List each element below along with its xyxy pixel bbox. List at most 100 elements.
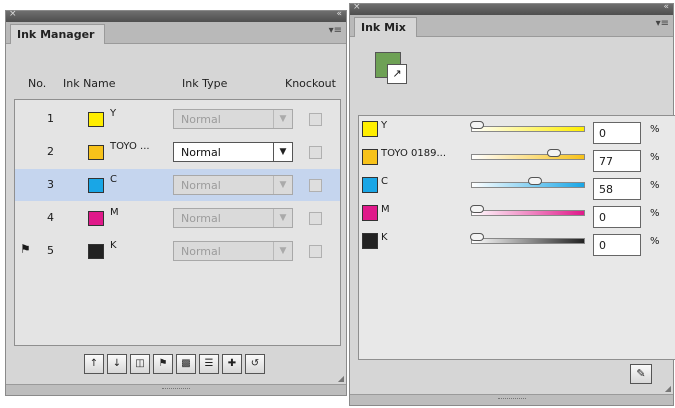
column-header-ink-name: Ink Name [63,77,116,90]
ink-number: 2 [47,145,54,158]
ink-slider-track[interactable] [471,238,585,244]
knockout-checkbox[interactable] [309,179,322,192]
percent-label: % [650,152,660,163]
chevron-down-icon[interactable]: ▼ [273,110,292,128]
ink-name: K [110,240,117,251]
ink-name: TOYO 0189... [381,148,447,159]
ink-swatch [88,145,104,160]
ink-swatch [362,177,378,193]
ink-percent-input[interactable]: 77 [593,150,641,172]
ink-swatch [362,149,378,165]
ink-slider-thumb[interactable] [470,121,484,129]
ink-type-dropdown[interactable]: Normal ▼ [173,175,293,195]
duplicate-button[interactable]: ◫ [130,354,150,374]
knockout-checkbox[interactable] [309,146,322,159]
table-row[interactable]: 4 M Normal ▼ [15,202,340,234]
ink-name: M [110,207,119,218]
ink-slider-thumb[interactable] [528,177,542,185]
column-header-no: No. [28,77,47,90]
chart-icon: ▩ [181,358,191,369]
panel-menu-icon[interactable]: ▾≡ [656,18,669,29]
ink-name: C [110,174,117,185]
ink-manager-titlebar[interactable]: × « [6,9,346,22]
ink-swatch [88,178,104,193]
table-row[interactable]: 1 Y Normal ▼ [15,103,340,135]
resize-handle-icon[interactable]: ◢ [338,374,344,383]
ink-slider-track[interactable] [471,210,585,216]
ink-type-value: Normal [181,245,221,258]
ink-mix-list: Y 0% TOYO 0189... 77% C 58% M 0% K 0% [358,115,675,360]
table-row[interactable]: ⚑ 5 K Normal ▼ [15,235,340,267]
collapse-icon[interactable]: « [663,2,669,12]
stroke-swap-icon[interactable]: ↗ [387,64,407,84]
ink-percent-input[interactable]: 0 [593,122,641,144]
knockout-checkbox[interactable] [309,245,322,258]
print-pointer-button[interactable]: ⚑ [153,354,173,374]
ink-type-dropdown[interactable]: Normal ▼ [173,142,293,162]
close-icon[interactable]: × [9,9,17,19]
ink-slider-track[interactable] [471,154,585,160]
panel-grip[interactable] [6,384,346,395]
percent-label: % [650,208,660,219]
ink-swatch [88,244,104,259]
chevron-down-icon[interactable]: ▼ [273,242,292,260]
ink-manager-panel: × « Ink Manager ▾≡ No. Ink Name Ink Type… [5,9,347,396]
chevron-down-icon[interactable]: ▼ [273,143,292,161]
ink-swatch [88,211,104,226]
table-row[interactable]: 2 TOYO ... Normal ▼ [15,136,340,168]
ink-slider-track[interactable] [471,126,585,132]
close-icon[interactable]: × [353,2,361,12]
knockout-checkbox[interactable] [309,212,322,225]
tab-ink-mix[interactable]: Ink Mix [354,17,417,37]
convert-icon: ↺ [250,358,260,369]
ink-mix-row: TOYO 0189... 77% [359,146,675,176]
ink-list: 1 Y Normal ▼ 2 TOYO ... Normal ▼ 3 C Normal ▼ 4 M Norm… [14,99,341,346]
panel-grip[interactable] [350,394,673,405]
ink-name: M [381,204,390,215]
chevron-down-icon[interactable]: ▼ [273,209,292,227]
move-up-button[interactable]: ↑ [84,354,104,374]
ink-type-dropdown[interactable]: Normal ▼ [173,109,293,129]
knockout-checkbox[interactable] [309,113,322,126]
ink-percent-input[interactable]: 0 [593,206,641,228]
ink-slider-thumb[interactable] [470,233,484,241]
ink-type-value: Normal [181,146,221,159]
chevron-down-icon[interactable]: ▼ [273,176,292,194]
percent-label: % [650,180,660,191]
column-header-knockout: Knockout [285,77,336,90]
ink-manager-tab-row: Ink Manager ▾≡ [6,22,346,44]
ink-mix-tab-row: Ink Mix ▾≡ [350,15,673,37]
ink-mix-row: M 0% [359,202,675,232]
add-ink-icon: ✚ [227,358,237,369]
ink-percent-input[interactable]: 58 [593,178,641,200]
resize-handle-icon[interactable]: ◢ [665,384,671,393]
ink-mix-titlebar[interactable]: × « [350,2,673,15]
ink-name: Y [381,120,388,131]
ink-swatch [362,121,378,137]
list-button[interactable]: ☰ [199,354,219,374]
column-header-ink-type: Ink Type [182,77,228,90]
ink-swatch [362,205,378,221]
ink-type-dropdown[interactable]: Normal ▼ [173,241,293,261]
ink-percent-input[interactable]: 0 [593,234,641,256]
tab-ink-manager[interactable]: Ink Manager [10,24,106,44]
ink-mix-row: C 58% [359,174,675,204]
new-swatch-button[interactable]: ✎ [630,364,652,384]
percent-label: % [650,236,660,247]
ink-mix-panel: × « Ink Mix ▾≡ ↗ Y 0% TOYO 0189... 77% C 58% M… [349,2,675,406]
convert-button[interactable]: ↺ [245,354,265,374]
add-ink-button[interactable]: ✚ [222,354,242,374]
ink-number: 4 [47,211,54,224]
ink-slider-thumb[interactable] [547,149,561,157]
ink-type-dropdown[interactable]: Normal ▼ [173,208,293,228]
ink-number: 1 [47,112,54,125]
print-icon: ⚑ [158,358,168,369]
chart-button[interactable]: ▩ [176,354,196,374]
ink-slider-thumb[interactable] [470,205,484,213]
ink-type-value: Normal [181,113,221,126]
table-row[interactable]: 3 C Normal ▼ [15,169,340,201]
panel-menu-icon[interactable]: ▾≡ [329,25,342,36]
ink-mix-row: K 0% [359,230,675,260]
move-down-button[interactable]: ↓ [107,354,127,374]
collapse-icon[interactable]: « [336,9,342,19]
